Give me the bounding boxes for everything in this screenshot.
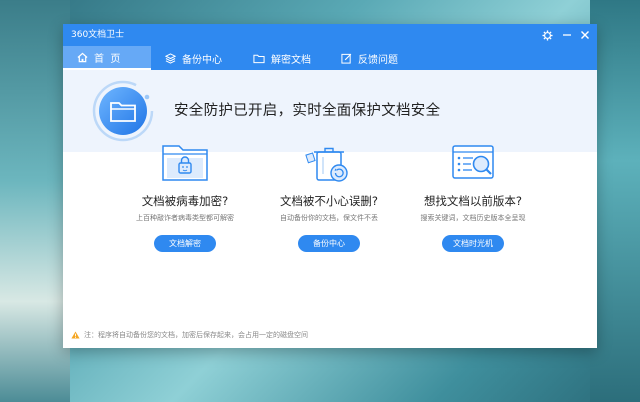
backup-center-button[interactable]: 备份中心 [298,235,360,252]
tab-backup-center[interactable]: 备份中心 [151,46,239,70]
footer-note-text: 注：程序将自动备份您的文档，加密后保存起来，会占用一定的磁盘空间 [84,330,308,340]
tab-decrypt-docs-label: 解密文档 [271,51,311,66]
folder-icon [253,53,265,64]
time-machine-button[interactable]: 文档时光机 [442,235,504,252]
document-search-icon [443,140,503,186]
minimize-button[interactable] [559,27,575,43]
feature-decrypt: 文档被病毒加密? 上百种敲诈者病毒类型都可解密 文档解密 [105,140,265,252]
desktop-background-right [590,0,640,402]
gear-icon[interactable] [539,27,555,43]
footer-note: 注：程序将自动备份您的文档，加密后保存起来，会占用一定的磁盘空间 [71,330,308,340]
tab-decrypt-docs[interactable]: 解密文档 [239,46,327,70]
feature-decrypt-title: 文档被病毒加密? [105,193,265,209]
feature-time-machine: 想找文档以前版本? 搜索关键词，文档历史版本全呈现 文档时光机 [393,140,553,252]
close-button[interactable] [577,27,593,43]
tab-feedback[interactable]: 反馈问题 [327,46,415,70]
feature-time-machine-desc: 搜索关键词，文档历史版本全呈现 [393,213,553,223]
feature-decrypt-desc: 上百种敲诈者病毒类型都可解密 [105,213,265,223]
desktop-background-left [0,0,70,402]
feature-backup-title: 文档被不小心误删? [249,193,409,209]
app-window: 360文档卫士 首 页 备份中心 解密文档 反馈问题 [63,24,597,348]
tab-feedback-label: 反馈问题 [358,51,398,66]
home-icon [77,52,88,63]
nav-bar: 首 页 备份中心 解密文档 反馈问题 [63,46,597,70]
tab-backup-center-label: 备份中心 [182,51,222,66]
close-icon [580,30,590,40]
feature-time-machine-title: 想找文档以前版本? [393,193,553,209]
tab-home[interactable]: 首 页 [63,46,151,70]
layers-icon [165,53,176,64]
app-title: 360文档卫士 [71,29,124,41]
warning-icon [71,331,80,339]
feature-backup-desc: 自动备份你的文档，保文件不丢 [249,213,409,223]
protection-status-message: 安全防护已开启，实时全面保护文档安全 [174,99,440,120]
title-bar: 360文档卫士 [63,24,597,46]
trash-restore-icon [299,140,359,186]
feature-backup: 文档被不小心误删? 自动备份你的文档，保文件不丢 备份中心 [249,140,409,252]
tab-home-label: 首 页 [94,50,120,65]
shield-folder-icon [91,79,155,143]
minus-icon [562,30,572,40]
encrypted-folder-icon [155,140,215,186]
decrypt-docs-button[interactable]: 文档解密 [154,235,216,252]
feedback-icon [341,53,352,64]
